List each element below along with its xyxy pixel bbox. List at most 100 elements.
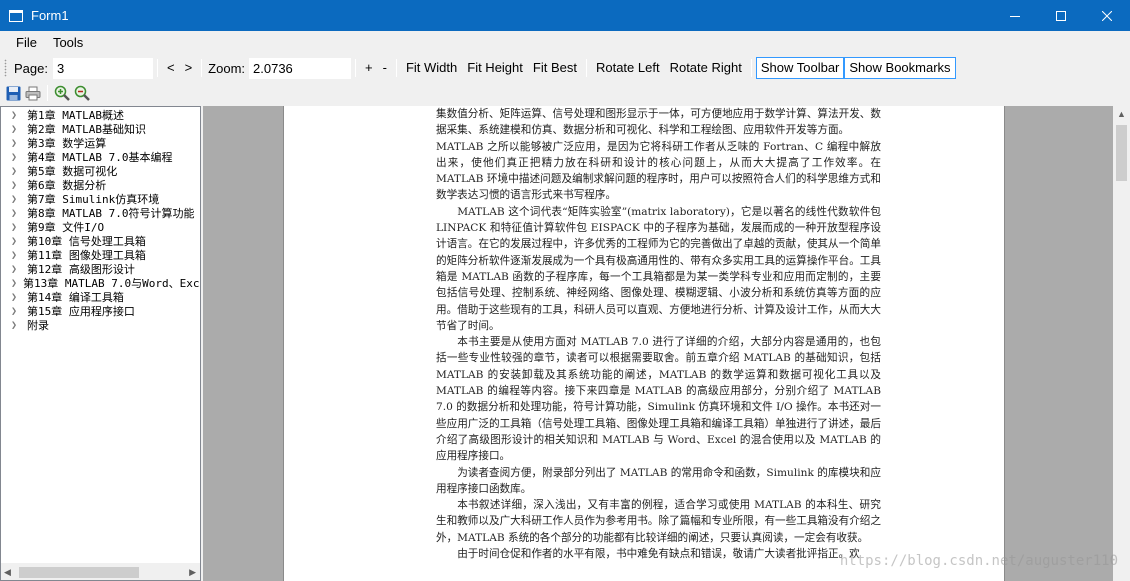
expand-arrow-icon[interactable]: ❯ [11, 249, 21, 263]
scroll-up-icon[interactable]: ▲ [1117, 109, 1126, 119]
bookmark-label: 第1章 MATLAB概述 [27, 109, 124, 122]
page-paragraph: 本书叙述详细，深入浅出，又有丰富的例程，适合学习或使用 MATLAB 的本科生、… [436, 499, 881, 544]
fit-width-button[interactable]: Fit Width [401, 57, 462, 79]
bookmark-item[interactable]: ❯ 第2章 MATLAB基础知识 [1, 123, 200, 137]
bookmark-item[interactable]: ❯ 第15章 应用程序接口 [1, 305, 200, 319]
page-content: 集数值分析、矩阵运算、信号处理和图形显示于一体，可方便地应用于数学计算、算法开发… [436, 106, 881, 562]
bookmark-item[interactable]: ❯ 第8章 MATLAB 7.0符号计算功能 [1, 207, 200, 221]
bookmark-item[interactable]: ❯ 第4章 MATLAB 7.0基本编程 [1, 151, 200, 165]
bookmark-item[interactable]: ❯ 附录 [1, 319, 200, 333]
watermark: https://blog.csdn.net/auguster110 [839, 553, 1118, 569]
zoom-in-icon[interactable] [52, 83, 72, 103]
document-page: 集数值分析、矩阵运算、信号处理和图形显示于一体，可方便地应用于数学计算、算法开发… [283, 106, 1005, 581]
bookmarks-panel: ❯ 第1章 MATLAB概述 ❯ 第2章 MATLAB基础知识 ❯ 第3章 数学运算 ❯ 第4… [0, 106, 201, 581]
expand-arrow-icon[interactable]: ❯ [11, 305, 21, 319]
zoom-out-icon[interactable] [72, 83, 92, 103]
bookmark-item[interactable]: ❯ 第12章 高级图形设计 [1, 263, 200, 277]
rotate-right-button[interactable]: Rotate Right [665, 57, 747, 79]
expand-arrow-icon[interactable]: ❯ [11, 151, 21, 165]
bookmark-label: 第3章 数学运算 [27, 137, 107, 150]
expand-arrow-icon[interactable]: ❯ [11, 165, 21, 179]
expand-arrow-icon[interactable]: ❯ [11, 179, 21, 193]
next-page-button[interactable]: > [180, 57, 198, 79]
toolbar-grip[interactable] [4, 59, 7, 77]
show-toolbar-button[interactable]: Show Toolbar [755, 57, 845, 79]
scroll-left-icon[interactable]: ◀ [4, 567, 11, 578]
page-paragraph: 本书主要是从使用方面对 MATLAB 7.0 进行了详细的介绍，大部分内容是通用… [436, 336, 881, 463]
menu-file[interactable]: File [8, 31, 45, 55]
bookmark-label: 第15章 应用程序接口 [27, 305, 135, 318]
page-paragraph: 为读者查阅方便，附录部分列出了 MATLAB 的常用命令和函数，Simulink… [436, 466, 881, 495]
menu-bar: File Tools [0, 31, 1130, 55]
page-input[interactable] [52, 57, 153, 79]
toolbar-separator [750, 59, 752, 77]
bookmark-label: 第5章 数据可视化 [27, 165, 118, 178]
show-bookmarks-button[interactable]: Show Bookmarks [844, 57, 956, 79]
vertical-scrollbar[interactable]: ▲ [1113, 106, 1130, 581]
viewer-toolbar: Page: < > Zoom: + - Fit Width Fit Height… [0, 56, 1130, 80]
bookmark-label: 第11章 图像处理工具箱 [27, 249, 146, 262]
print-icon[interactable] [23, 83, 43, 103]
window-controls [992, 0, 1130, 31]
bookmark-item[interactable]: ❯ 第11章 图像处理工具箱 [1, 249, 200, 263]
save-icon[interactable] [3, 83, 23, 103]
bookmark-label: 第13章 MATLAB 7.0与Word、Exce [23, 277, 201, 290]
page-paragraph: 由于时间仓促和作者的水平有限，书中难免有缺点和错误，敬请广大读者批评指正。欢 [457, 548, 860, 561]
horizontal-scrollbar[interactable]: ◀ ▶ [1, 563, 200, 580]
icon-toolbar-separator [47, 85, 48, 101]
page-paragraph: MATLAB 这个词代表“矩阵实验室”(matrix laboratory)，它… [436, 205, 881, 332]
prev-page-button[interactable]: < [162, 57, 180, 79]
bookmark-label: 第14章 编译工具箱 [27, 291, 124, 304]
bookmark-label: 第7章 Simulink仿真环境 [27, 193, 160, 206]
scrollbar-thumb[interactable] [1116, 125, 1127, 181]
expand-arrow-icon[interactable]: ❯ [11, 263, 21, 277]
zoom-in-button[interactable]: + [360, 57, 378, 79]
zoom-input[interactable] [249, 57, 352, 79]
bookmark-label: 第2章 MATLAB基础知识 [27, 123, 146, 136]
scrollbar-thumb[interactable] [19, 567, 139, 578]
expand-arrow-icon[interactable]: ❯ [11, 319, 21, 333]
expand-arrow-icon[interactable]: ❯ [11, 137, 21, 151]
maximize-icon[interactable] [1038, 0, 1084, 31]
page-paragraph: MATLAB 之所以能够被广泛应用，是因为它将科研工作者从乏味的 Fortran… [436, 140, 881, 202]
bookmark-item[interactable]: ❯ 第9章 文件I/O [1, 221, 200, 235]
expand-arrow-icon[interactable]: ❯ [11, 123, 21, 137]
expand-arrow-icon[interactable]: ❯ [11, 207, 21, 221]
toolbar-separator [395, 59, 397, 77]
rotate-left-button[interactable]: Rotate Left [591, 57, 665, 79]
zoom-label: Zoom: [208, 60, 246, 76]
close-icon[interactable] [1084, 0, 1130, 31]
page-paragraph: 集数值分析、矩阵运算、信号处理和图形显示于一体，可方便地应用于数学计算、算法开发… [436, 108, 881, 137]
bookmark-label: 第8章 MATLAB 7.0符号计算功能 [27, 207, 195, 220]
bookmark-item[interactable]: ❯ 第14章 编译工具箱 [1, 291, 200, 305]
toolbar-separator [201, 59, 203, 77]
bookmark-item[interactable]: ❯ 第1章 MATLAB概述 [1, 109, 200, 123]
bookmark-item[interactable]: ❯ 第10章 信号处理工具箱 [1, 235, 200, 249]
icon-toolbar [0, 81, 1130, 105]
expand-arrow-icon[interactable]: ❯ [11, 291, 21, 305]
document-viewer[interactable]: 集数值分析、矩阵运算、信号处理和图形显示于一体，可方便地应用于数学计算、算法开发… [203, 106, 1130, 581]
app-icon [9, 9, 23, 22]
zoom-out-button[interactable]: - [378, 57, 392, 79]
expand-arrow-icon[interactable]: ❯ [11, 277, 17, 291]
expand-arrow-icon[interactable]: ❯ [11, 193, 21, 207]
bookmark-label: 附录 [27, 319, 49, 332]
bookmark-label: 第4章 MATLAB 7.0基本编程 [27, 151, 173, 164]
bookmark-label: 第9章 文件I/O [27, 221, 105, 234]
window-title: Form1 [31, 8, 69, 23]
fit-best-button[interactable]: Fit Best [528, 57, 582, 79]
bookmark-item[interactable]: ❯ 第7章 Simulink仿真环境 [1, 193, 200, 207]
scroll-right-icon[interactable]: ▶ [189, 567, 196, 578]
expand-arrow-icon[interactable]: ❯ [11, 235, 21, 249]
expand-arrow-icon[interactable]: ❯ [11, 109, 21, 123]
expand-arrow-icon[interactable]: ❯ [11, 221, 21, 235]
title-bar: Form1 [0, 0, 1130, 31]
toolbar-separator [156, 59, 158, 77]
bookmark-item[interactable]: ❯ 第3章 数学运算 [1, 137, 200, 151]
minimize-icon[interactable] [992, 0, 1038, 31]
bookmark-item[interactable]: ❯ 第5章 数据可视化 [1, 165, 200, 179]
bookmark-item[interactable]: ❯ 第6章 数据分析 [1, 179, 200, 193]
bookmark-item[interactable]: ❯ 第13章 MATLAB 7.0与Word、Exce [1, 277, 200, 291]
fit-height-button[interactable]: Fit Height [462, 57, 528, 79]
menu-tools[interactable]: Tools [45, 31, 91, 55]
